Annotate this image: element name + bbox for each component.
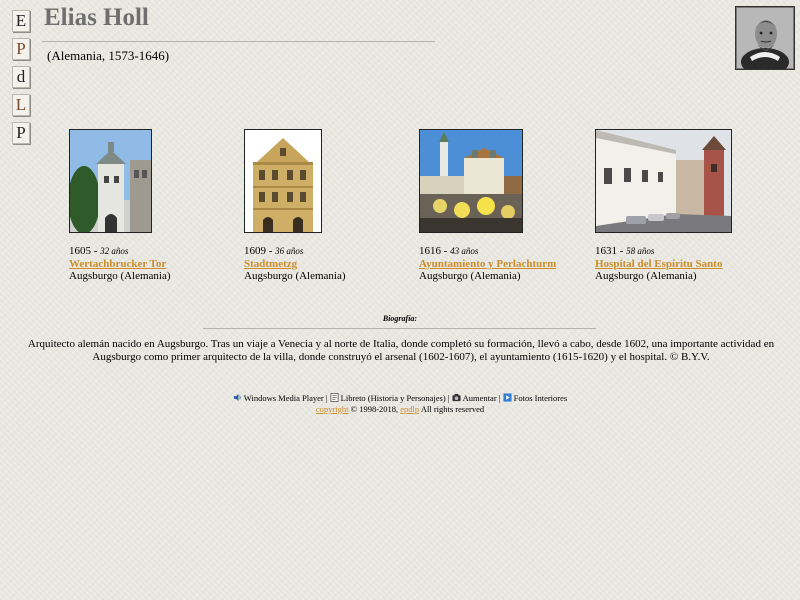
copyright-link[interactable]: copyright	[316, 404, 349, 414]
work-date: 1609 - 36 años	[244, 245, 304, 257]
work-link[interactable]: Hospital del Espíritu Santo	[595, 258, 755, 271]
nav-letter-p[interactable]: P	[12, 38, 30, 60]
photo-icon	[503, 393, 512, 402]
work-link[interactable]: Ayuntamiento y Perlachturm	[419, 258, 579, 271]
footer: Windows Media Player | Libreto (Historia…	[0, 393, 800, 414]
footer-link-label: Libreto (Historia y Personajes)	[340, 393, 446, 403]
speaker-icon	[233, 393, 241, 402]
work-year: 1605	[69, 245, 91, 257]
work-age: 58 años	[626, 246, 655, 256]
footer-link-label: Fotos Interiores	[513, 393, 568, 403]
camera-icon	[452, 393, 461, 402]
work-date: 1616 - 43 años	[419, 245, 479, 257]
work-item: 1631 - 58 años Hospital del Espíritu San…	[595, 129, 755, 283]
footer-link-label: Windows Media Player	[243, 393, 324, 403]
work-location: Augsburgo (Alemania)	[244, 270, 346, 282]
footer-link-libreto[interactable]: Libreto (Historia y Personajes)	[330, 393, 446, 403]
copyright-years: © 1998-2018,	[350, 403, 399, 414]
footer-link-fotos[interactable]: Fotos Interiores	[503, 393, 568, 403]
work-age: 32 años	[100, 246, 129, 256]
nav-letter-d[interactable]: d	[12, 66, 30, 88]
document-icon	[330, 393, 339, 402]
nav-letter-e[interactable]: E	[12, 10, 30, 32]
work-item: 1605 - 32 años Wertachbrucker Tor Augsbu…	[69, 129, 229, 283]
work-year: 1609	[244, 245, 266, 257]
work-item: 1616 - 43 años Ayuntamiento y Perlachtur…	[419, 129, 579, 283]
footer-copyright: copyright © 1998-2018, epdlp All rights …	[0, 404, 800, 415]
biography-divider	[203, 328, 596, 329]
biography-heading: Biografía:	[382, 314, 418, 323]
footer-separator: |	[325, 393, 328, 403]
work-year: 1616	[419, 245, 441, 257]
rights-text: All rights reserved	[420, 403, 485, 414]
work-year: 1631	[595, 245, 617, 257]
footer-link-label: Aumentar	[462, 393, 497, 403]
work-thumbnail[interactable]	[244, 129, 322, 233]
title-divider	[42, 41, 435, 42]
work-thumbnail[interactable]	[69, 129, 152, 233]
work-date: 1605 - 32 años	[69, 245, 129, 257]
work-item: 1609 - 36 años Stadtmetzg Augsburgo (Ale…	[244, 129, 404, 283]
architect-portrait	[735, 6, 795, 70]
work-location: Augsburgo (Alemania)	[69, 270, 171, 282]
work-location: Augsburgo (Alemania)	[419, 270, 521, 282]
footer-link-aumentar[interactable]: Aumentar	[452, 393, 497, 403]
work-location: Augsburgo (Alemania)	[595, 270, 697, 282]
work-link[interactable]: Stadtmetzg	[244, 258, 404, 271]
work-link[interactable]: Wertachbrucker Tor	[69, 258, 229, 271]
page-subtitle: (Alemania, 1573-1646)	[47, 48, 170, 63]
work-date: 1631 - 58 años	[595, 245, 655, 257]
work-age: 43 años	[450, 246, 479, 256]
nav-letter-p-2[interactable]: P	[12, 122, 30, 144]
work-thumbnail[interactable]	[595, 129, 732, 233]
biography-text: Arquitecto alemán nacido en Augsburgo. T…	[27, 338, 775, 363]
footer-separator: |	[498, 393, 501, 403]
footer-link-media-player[interactable]: Windows Media Player	[233, 393, 324, 403]
page-title: Elias Holl	[44, 4, 149, 31]
footer-links: Windows Media Player | Libreto (Historia…	[0, 393, 800, 404]
epdlp-link[interactable]: epdlp	[400, 404, 419, 414]
work-thumbnail[interactable]	[419, 129, 523, 233]
nav-letter-l[interactable]: L	[12, 94, 30, 116]
site-nav: E P d L P	[12, 10, 30, 150]
footer-separator: |	[447, 393, 450, 403]
work-age: 36 años	[275, 246, 304, 256]
